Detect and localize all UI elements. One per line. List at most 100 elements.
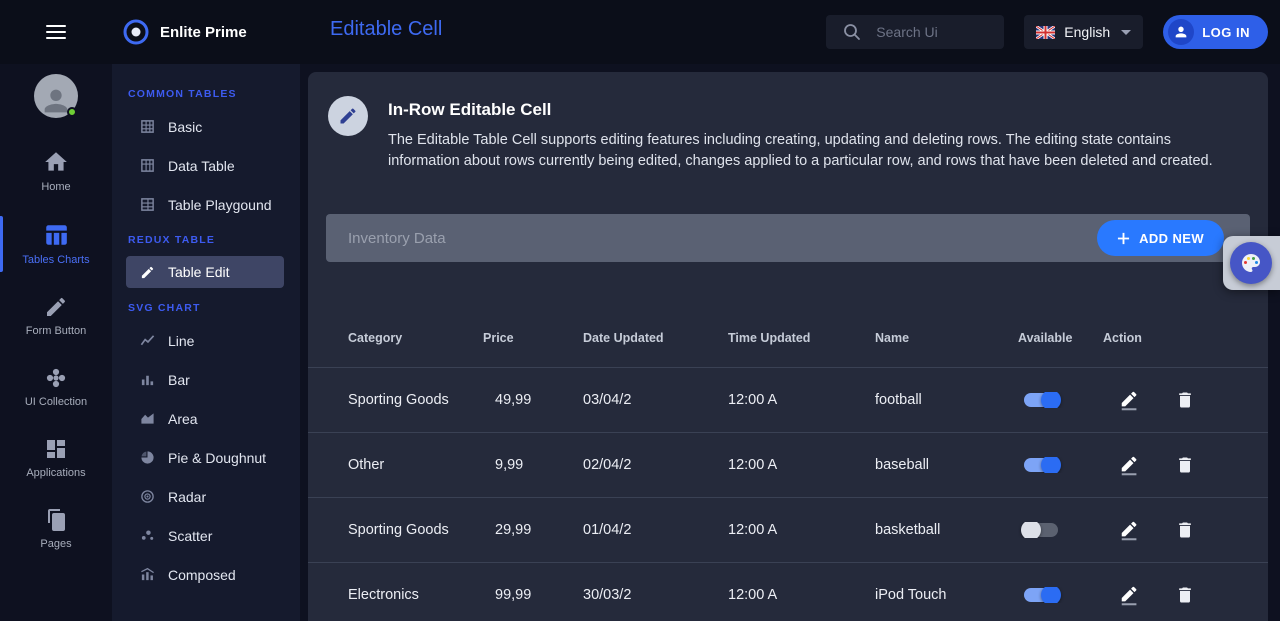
enlite-logo-icon [122,18,150,46]
edit-pencil-icon [1119,453,1141,477]
search-input[interactable] [876,24,994,40]
cell-available [1018,392,1103,408]
sidebar-item-label: Radar [168,489,206,505]
sidebar-item-line[interactable]: Line [112,321,300,360]
main-content: In-Row Editable Cell The Editable Table … [300,64,1280,621]
edit-pencil-icon [1119,388,1141,412]
sidebar-item-bar[interactable]: Bar [112,360,300,399]
sidebar-item-area[interactable]: Area [112,399,300,438]
online-status-dot [67,107,77,117]
rail-item-form-button[interactable]: Form Button [0,285,112,347]
hamburger-menu-button[interactable] [0,21,112,43]
radar-chart-icon [140,489,155,504]
sidebar-item-composed[interactable]: Composed [112,555,300,594]
pencil-icon [140,265,155,280]
table-grid-icon [140,119,155,134]
cell-name: iPod Touch [875,587,1018,603]
sidebar-item-table-edit[interactable]: Table Edit [126,256,284,288]
sidebar-item-data-table[interactable]: Data Table [112,146,300,185]
sidebar-item-label: Composed [168,567,236,583]
brand-name: Enlite Prime [160,24,247,41]
column-header: Available [1018,331,1103,345]
table-header-row: Category Price Date Updated Time Updated… [308,308,1268,368]
cell-price: 99,99 [483,587,583,603]
table-title: Inventory Data [348,230,446,247]
edit-row-button[interactable] [1115,384,1145,416]
sidebar-item-label: Table Playgound [168,197,272,213]
uk-flag-icon [1036,26,1055,39]
add-new-button[interactable]: ADD NEW [1097,220,1224,256]
toggle-knob [1041,587,1061,603]
rail-item-tables-charts[interactable]: Tables Charts [0,212,112,276]
table-grid-icon [140,197,155,212]
area-chart-icon [140,411,155,426]
dashboard-icon [44,437,68,461]
sidebar-item-label: Line [168,333,194,349]
delete-row-button[interactable] [1171,385,1199,415]
search-box[interactable] [826,15,1004,49]
rail-item-applications[interactable]: Applications [0,427,112,489]
table-row: Electronics 99,99 30/03/2 12:00 A iPod T… [308,563,1268,621]
pages-icon [44,508,68,532]
topbar-right: English LOG IN [826,15,1268,49]
available-toggle[interactable] [1024,523,1058,537]
edit-row-button[interactable] [1115,449,1145,481]
cell-available [1018,522,1103,538]
brand[interactable]: Enlite Prime [122,18,247,46]
trash-icon [1175,454,1195,476]
table-row: Sporting Goods 49,99 03/04/2 12:00 A foo… [308,368,1268,433]
edit-row-button[interactable] [1115,579,1145,611]
sidebar-item-label: Basic [168,119,202,135]
user-avatar[interactable] [34,74,78,118]
line-chart-icon [140,333,155,348]
sidebar-item-table-playground[interactable]: Table Playgound [112,185,300,224]
rail-item-label: UI Collection [25,396,87,408]
cell-price: 29,99 [483,522,583,538]
card-title: In-Row Editable Cell [388,100,1244,120]
sidebar-item-basic[interactable]: Basic [112,107,300,146]
cell-time-updated: 12:00 A [728,522,875,538]
sidebar-item-label: Data Table [168,158,235,174]
icon-rail: Home Tables Charts Form Button UI Collec… [0,64,112,621]
rail-item-home[interactable]: Home [0,139,112,203]
cell-name: baseball [875,457,1018,473]
page-title: Editable Cell [330,18,442,41]
sidebar-item-scatter[interactable]: Scatter [112,516,300,555]
delete-row-button[interactable] [1171,450,1199,480]
add-new-label: ADD NEW [1139,231,1204,246]
home-icon [43,149,69,175]
rail-item-label: Tables Charts [22,254,89,266]
cell-category: Other [348,457,483,473]
sidebar-item-radar[interactable]: Radar [112,477,300,516]
table-row: Sporting Goods 29,99 01/04/2 12:00 A bas… [308,498,1268,563]
language-selector[interactable]: English [1024,15,1143,49]
toggle-knob [1021,522,1041,538]
cell-category: Electronics [348,587,483,603]
search-icon [842,22,862,42]
rail-item-ui-collection[interactable]: UI Collection [0,356,112,418]
trash-icon [1175,389,1195,411]
delete-row-button[interactable] [1171,580,1199,610]
column-header: Action [1103,331,1268,345]
available-toggle[interactable] [1024,458,1058,472]
cell-name: football [875,392,1018,408]
pencil-icon [338,106,358,126]
cell-price: 49,99 [483,392,583,408]
login-button[interactable]: LOG IN [1163,15,1268,49]
available-toggle[interactable] [1024,393,1058,407]
cell-actions [1103,579,1268,611]
cell-date-updated: 02/04/2 [583,457,728,473]
theme-palette-button[interactable] [1230,242,1272,284]
column-header: Time Updated [728,331,875,345]
rail-item-pages[interactable]: Pages [0,498,112,560]
available-toggle[interactable] [1024,588,1058,602]
cell-available [1018,457,1103,473]
delete-row-button[interactable] [1171,515,1199,545]
cell-name: basketball [875,522,1018,538]
table-toolbar: Inventory Data ADD NEW [326,214,1250,262]
edit-row-button[interactable] [1115,514,1145,546]
inventory-table: Category Price Date Updated Time Updated… [308,308,1268,621]
sidebar-item-label: Table Edit [168,264,229,280]
sidebar-item-label: Area [168,411,198,427]
sidebar-item-pie-doughnut[interactable]: Pie & Doughnut [112,438,300,477]
